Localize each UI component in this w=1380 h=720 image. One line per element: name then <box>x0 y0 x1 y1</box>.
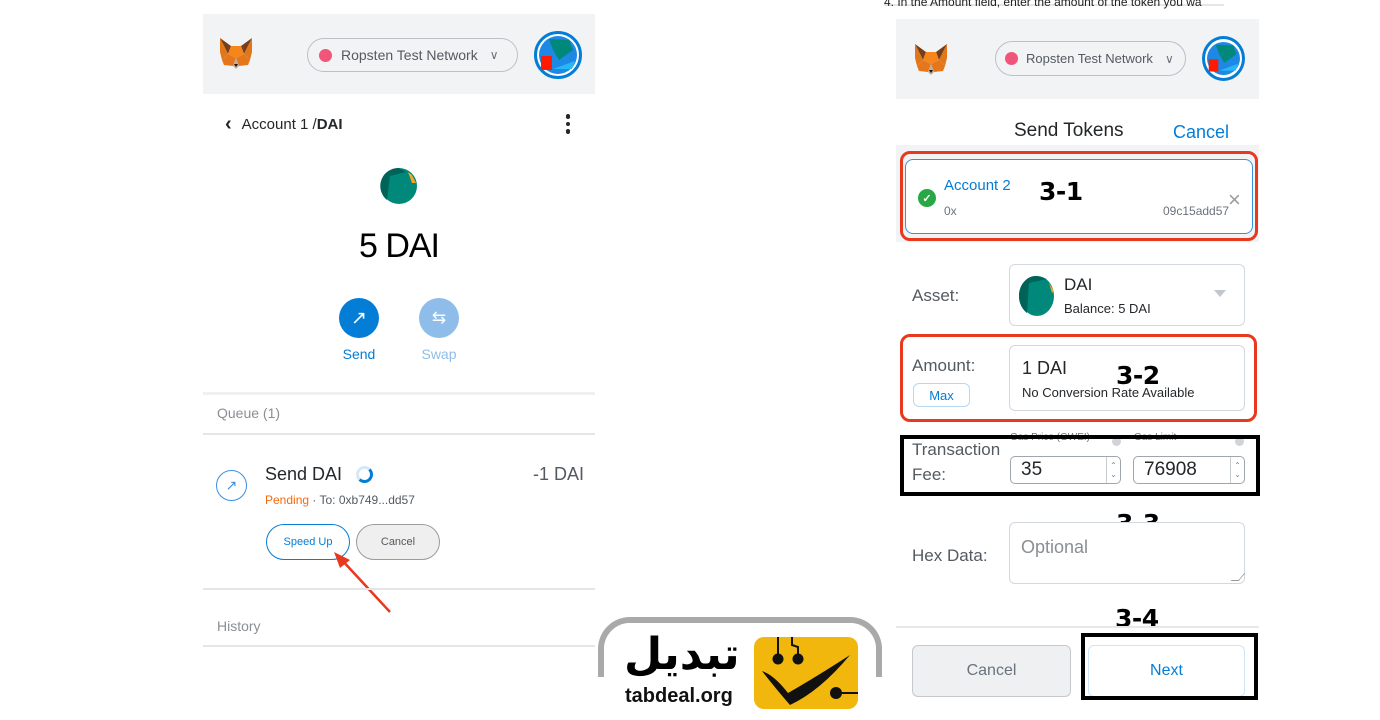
hex-data-placeholder: Optional <box>1021 537 1089 557</box>
step-label-3-1: 3-1 <box>1039 177 1083 206</box>
network-label: Ropsten Test Network <box>341 47 478 63</box>
loading-spinner-icon <box>356 466 374 483</box>
tabdeal-smile-icon <box>762 637 858 705</box>
transaction-title-row: Send DAI <box>265 464 374 485</box>
brand-url: tabdeal.org <box>625 685 733 707</box>
divider <box>203 392 595 395</box>
back-chevron-icon[interactable]: ‹ <box>225 114 232 134</box>
send-transaction-icon: ↗ <box>216 470 247 501</box>
tabdeal-watermark: تبدیل tabdeal.org <box>598 617 882 720</box>
asset-label: Asset: <box>912 286 960 305</box>
hex-data-textarea[interactable]: Optional <box>1009 522 1246 584</box>
status-pending: Pending <box>265 493 310 507</box>
network-label: Ropsten Test Network <box>1026 51 1153 66</box>
divider <box>203 588 595 590</box>
annotation-highlight-amount <box>900 334 1257 422</box>
brand-arabic-name: تبدیل <box>624 629 740 680</box>
chevron-down-icon: ∨ <box>489 48 499 62</box>
swap-button[interactable]: ⇆ Swap <box>409 298 469 362</box>
network-status-dot <box>319 48 332 62</box>
transaction-amount: -1 DAI <box>533 464 585 484</box>
page-title: Send Tokens <box>1014 120 1124 141</box>
metamask-fox-logo[interactable] <box>912 39 950 79</box>
app-header: Ropsten Test Network ∨ <box>896 19 1259 99</box>
brand-badge <box>754 637 858 709</box>
footer-divider <box>896 626 1259 628</box>
divider <box>203 645 595 647</box>
divider <box>203 433 595 435</box>
transaction-title: Send DAI <box>265 464 343 484</box>
breadcrumb: ‹ Account 1 / DAI <box>225 114 575 134</box>
app-header: Ropsten Test Network ∨ <box>203 14 595 94</box>
annotation-highlight-fee <box>900 435 1260 496</box>
send-tokens-screen: Ropsten Test Network ∨ Send Tokens Cance… <box>896 19 1260 720</box>
more-options-icon[interactable] <box>564 114 572 134</box>
account-avatar[interactable] <box>534 31 582 79</box>
asset-balance: Balance: 5 DAI <box>1064 301 1151 316</box>
chevron-down-icon: ∨ <box>1164 51 1174 66</box>
hex-data-label: Hex Data: <box>912 546 988 565</box>
send-label: Send <box>342 346 376 362</box>
instruction-text-cut: 4. In the Amount field, enter the amount… <box>884 0 1284 12</box>
queue-heading: Queue (1) <box>217 405 281 421</box>
account-avatar[interactable] <box>1202 36 1245 81</box>
dai-token-icon <box>380 167 417 204</box>
breadcrumb-account[interactable]: Account 1 / <box>242 116 317 133</box>
caret-down-icon <box>1214 290 1226 297</box>
swap-label: Swap <box>421 346 457 362</box>
annotation-highlight-next <box>1081 633 1258 700</box>
token-balance: 5 DAI <box>358 227 440 265</box>
identicon-icon <box>539 36 577 74</box>
annotation-arrow-icon <box>334 552 391 613</box>
arrow-up-right-icon: ↗ <box>339 298 379 338</box>
metamask-fox-logo[interactable] <box>217 34 255 72</box>
status-separator: · <box>309 493 320 507</box>
dai-token-icon <box>1019 275 1054 316</box>
transaction-recipient: To: 0xb749...dd57 <box>319 493 415 507</box>
breadcrumb-token: DAI <box>316 115 343 133</box>
network-selector[interactable]: Ropsten Test Network ∨ <box>995 41 1186 76</box>
asset-dropdown[interactable]: DAI Balance: 5 DAI <box>1009 264 1245 326</box>
history-heading: History <box>217 618 261 634</box>
network-selector[interactable]: Ropsten Test Network ∨ <box>307 38 518 72</box>
step-label-3-4: 3-4 <box>1115 604 1159 633</box>
cancel-button[interactable]: Cancel <box>912 645 1071 697</box>
token-detail-screen: Ropsten Test Network ∨ ‹ Account 1 / DAI… <box>203 14 595 720</box>
resize-handle-icon[interactable] <box>1230 573 1246 581</box>
identicon-icon <box>1207 42 1240 75</box>
asset-name: DAI <box>1064 275 1093 294</box>
transaction-status: Pending · To: 0xb749...dd57 <box>265 493 415 507</box>
network-status-dot <box>1005 52 1018 65</box>
step-label-3-2: 3-2 <box>1116 361 1160 390</box>
cancel-link[interactable]: Cancel <box>1173 122 1229 143</box>
send-button[interactable]: ↗ Send <box>329 298 389 362</box>
swap-icon: ⇆ <box>419 298 459 338</box>
instruction-text: 4. In the Amount field, enter the amount… <box>884 0 1202 9</box>
